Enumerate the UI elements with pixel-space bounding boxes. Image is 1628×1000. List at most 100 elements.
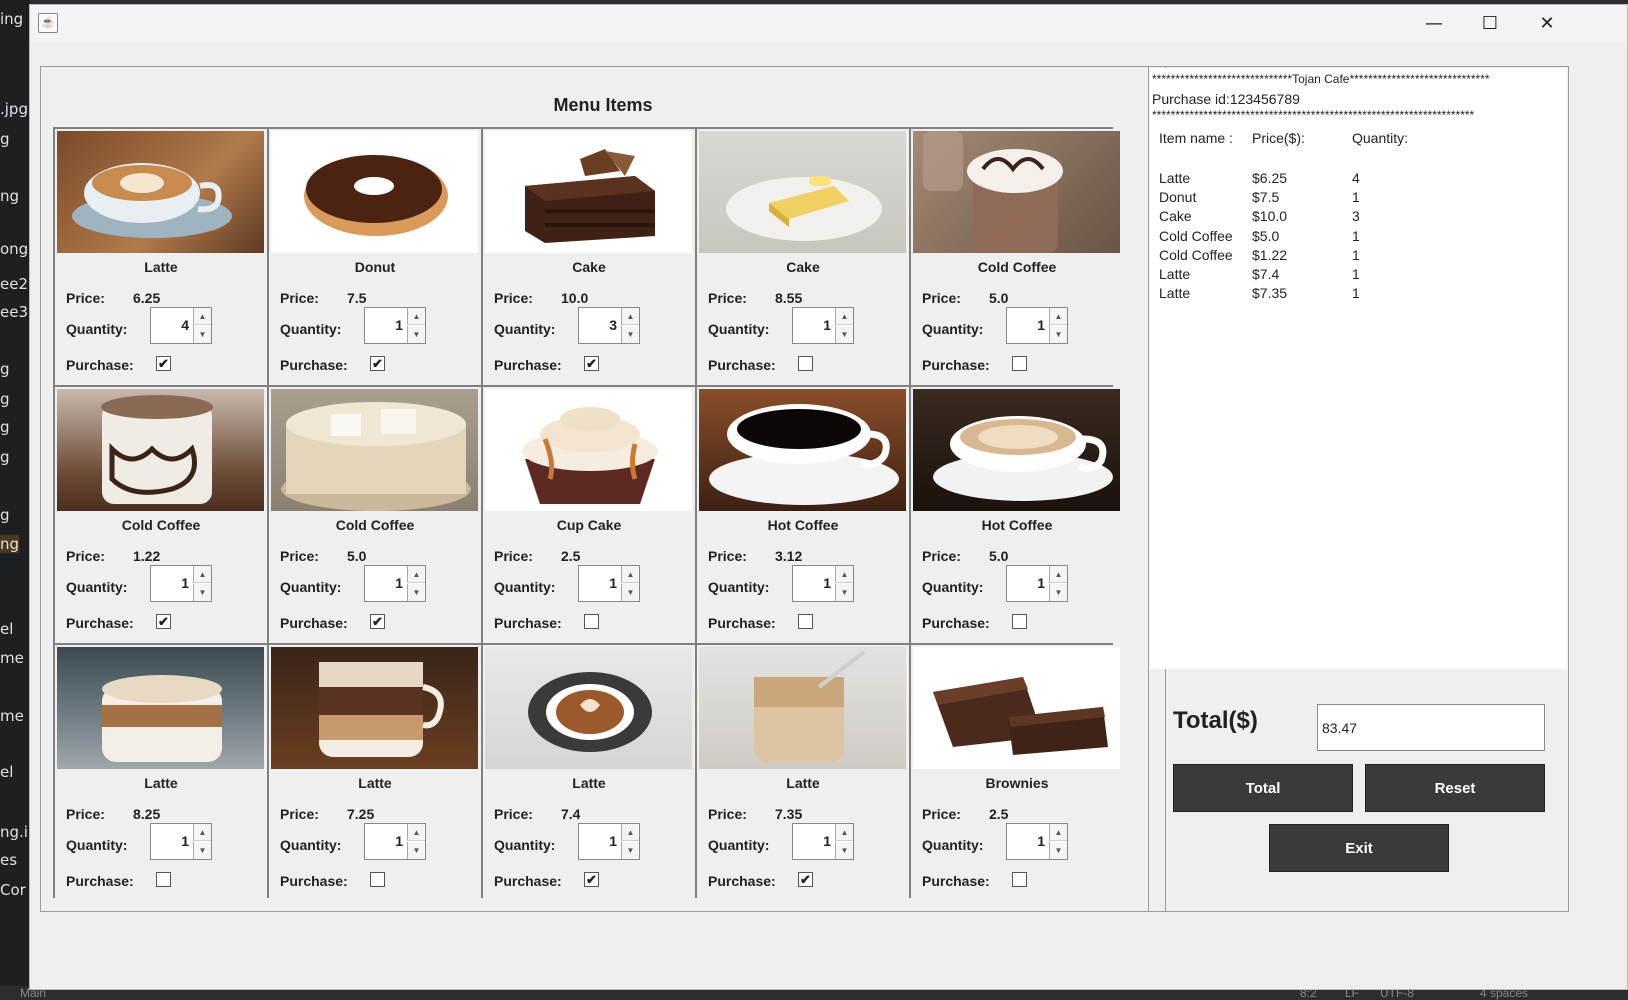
spinner-up-icon[interactable]: ▲ bbox=[193, 566, 211, 583]
spinner-up-icon[interactable]: ▲ bbox=[621, 308, 639, 325]
quantity-value[interactable]: 1 bbox=[1037, 833, 1045, 849]
quantity-spinner[interactable]: 1 ▲ ▼ bbox=[150, 565, 212, 602]
latte-glass-photo bbox=[271, 647, 478, 769]
quantity-spinner[interactable]: 1 ▲ ▼ bbox=[1006, 307, 1068, 344]
menu-item-card: Hot Coffee Price: 3.12 Quantity: 1 ▲ ▼ Purchase… bbox=[697, 387, 909, 643]
spinner-up-icon[interactable]: ▲ bbox=[835, 308, 853, 325]
quantity-value[interactable]: 1 bbox=[1037, 317, 1045, 333]
ide-tree-item: g bbox=[0, 418, 10, 436]
purchase-checkbox[interactable] bbox=[584, 614, 599, 629]
purchase-checkbox[interactable]: ✔ bbox=[370, 614, 385, 629]
spinner-down-icon[interactable]: ▼ bbox=[621, 842, 639, 859]
quantity-value[interactable]: 4 bbox=[181, 317, 189, 333]
quantity-spinner[interactable]: 1 ▲ ▼ bbox=[150, 823, 212, 860]
spinner-up-icon[interactable]: ▲ bbox=[407, 308, 425, 325]
total-label: Total($) bbox=[1173, 707, 1258, 734]
spinner-down-icon[interactable]: ▼ bbox=[407, 584, 425, 601]
quantity-spinner[interactable]: 1 ▲ ▼ bbox=[578, 823, 640, 860]
spinner-down-icon[interactable]: ▼ bbox=[1049, 326, 1067, 343]
spinner-down-icon[interactable]: ▼ bbox=[621, 326, 639, 343]
price-label: Price: bbox=[66, 290, 105, 306]
receipt-text-area[interactable]: ******************************Tojan Cafe… bbox=[1150, 68, 1567, 669]
quantity-spinner[interactable]: 1 ▲ ▼ bbox=[1006, 565, 1068, 602]
item-name: Brownies bbox=[985, 775, 1049, 791]
spinner-up-icon[interactable]: ▲ bbox=[407, 824, 425, 841]
purchase-checkbox[interactable] bbox=[370, 872, 385, 887]
receipt-cell-qty: 4 bbox=[1352, 170, 1360, 186]
spinner-up-icon[interactable]: ▲ bbox=[835, 566, 853, 583]
spinner-up-icon[interactable]: ▲ bbox=[1049, 566, 1067, 583]
purchase-checkbox[interactable]: ✔ bbox=[584, 356, 599, 371]
spinner-up-icon[interactable]: ▲ bbox=[621, 824, 639, 841]
purchase-checkbox[interactable] bbox=[1012, 872, 1027, 887]
quantity-label: Quantity: bbox=[708, 321, 770, 337]
spinner-down-icon[interactable]: ▼ bbox=[407, 842, 425, 859]
maximize-button[interactable]: ☐ bbox=[1461, 5, 1519, 43]
quantity-value[interactable]: 1 bbox=[823, 833, 831, 849]
quantity-spinner[interactable]: 1 ▲ ▼ bbox=[792, 307, 854, 344]
total-field[interactable]: 83.47 bbox=[1317, 704, 1545, 751]
quantity-spinner[interactable]: 1 ▲ ▼ bbox=[1006, 823, 1068, 860]
spinner-down-icon[interactable]: ▼ bbox=[193, 326, 211, 343]
spinner-down-icon[interactable]: ▼ bbox=[193, 584, 211, 601]
menu-item-card: Latte Price: 8.25 Quantity: 1 ▲ ▼ Purchase: bbox=[55, 645, 267, 901]
purchase-checkbox[interactable] bbox=[1012, 614, 1027, 629]
total-button[interactable]: Total bbox=[1173, 764, 1353, 812]
menu-item-card: Latte Price: 7.35 Quantity: 1 ▲ ▼ Purchase: ✔ bbox=[697, 645, 909, 901]
purchase-checkbox[interactable]: ✔ bbox=[584, 872, 599, 887]
quantity-value[interactable]: 1 bbox=[1037, 575, 1045, 591]
quantity-value[interactable]: 3 bbox=[609, 317, 617, 333]
spinner-up-icon[interactable]: ▲ bbox=[193, 824, 211, 841]
price-value: 1.22 bbox=[133, 548, 161, 564]
spinner-down-icon[interactable]: ▼ bbox=[621, 584, 639, 601]
purchase-checkbox[interactable]: ✔ bbox=[156, 614, 171, 629]
spinner-down-icon[interactable]: ▼ bbox=[835, 326, 853, 343]
purchase-checkbox[interactable]: ✔ bbox=[156, 356, 171, 371]
spinner-down-icon[interactable]: ▼ bbox=[1049, 584, 1067, 601]
quantity-value[interactable]: 1 bbox=[823, 317, 831, 333]
quantity-spinner[interactable]: 3 ▲ ▼ bbox=[578, 307, 640, 344]
spinner-up-icon[interactable]: ▲ bbox=[1049, 308, 1067, 325]
spinner-up-icon[interactable]: ▲ bbox=[621, 566, 639, 583]
price-label: Price: bbox=[494, 548, 533, 564]
reset-button[interactable]: Reset bbox=[1365, 764, 1545, 812]
purchase-checkbox[interactable] bbox=[798, 356, 813, 371]
price-value: 7.4 bbox=[561, 806, 581, 822]
ide-tree-item: me bbox=[0, 649, 24, 667]
exit-button[interactable]: Exit bbox=[1269, 824, 1449, 872]
spinner-up-icon[interactable]: ▲ bbox=[193, 308, 211, 325]
spinner-down-icon[interactable]: ▼ bbox=[407, 326, 425, 343]
minimize-button[interactable]: — bbox=[1405, 5, 1463, 43]
quantity-spinner[interactable]: 1 ▲ ▼ bbox=[792, 565, 854, 602]
quantity-spinner[interactable]: 1 ▲ ▼ bbox=[364, 307, 426, 344]
quantity-value[interactable]: 1 bbox=[395, 317, 403, 333]
spinner-up-icon[interactable]: ▲ bbox=[407, 566, 425, 583]
quantity-value[interactable]: 1 bbox=[609, 575, 617, 591]
spinner-up-icon[interactable]: ▲ bbox=[835, 824, 853, 841]
purchase-checkbox[interactable]: ✔ bbox=[798, 872, 813, 887]
purchase-label: Purchase: bbox=[66, 873, 134, 889]
quantity-spinner[interactable]: 1 ▲ ▼ bbox=[364, 823, 426, 860]
purchase-checkbox[interactable]: ✔ bbox=[370, 356, 385, 371]
quantity-value[interactable]: 1 bbox=[395, 833, 403, 849]
spinner-down-icon[interactable]: ▼ bbox=[835, 842, 853, 859]
purchase-checkbox[interactable] bbox=[798, 614, 813, 629]
purchase-checkbox[interactable] bbox=[1012, 356, 1027, 371]
quantity-value[interactable]: 1 bbox=[181, 575, 189, 591]
quantity-value[interactable]: 1 bbox=[181, 833, 189, 849]
spinner-down-icon[interactable]: ▼ bbox=[835, 584, 853, 601]
quantity-spinner[interactable]: 1 ▲ ▼ bbox=[792, 823, 854, 860]
spinner-up-icon[interactable]: ▲ bbox=[1049, 824, 1067, 841]
spinner-down-icon[interactable]: ▼ bbox=[193, 842, 211, 859]
receipt-cell-name: Latte bbox=[1159, 266, 1191, 282]
quantity-spinner[interactable]: 4 ▲ ▼ bbox=[150, 307, 212, 344]
quantity-spinner[interactable]: 1 ▲ ▼ bbox=[364, 565, 426, 602]
quantity-value[interactable]: 1 bbox=[609, 833, 617, 849]
quantity-spinner[interactable]: 1 ▲ ▼ bbox=[578, 565, 640, 602]
purchase-checkbox[interactable] bbox=[156, 872, 171, 887]
spinner-down-icon[interactable]: ▼ bbox=[1049, 842, 1067, 859]
quantity-value[interactable]: 1 bbox=[823, 575, 831, 591]
close-button[interactable]: ✕ bbox=[1518, 5, 1576, 43]
quantity-value[interactable]: 1 bbox=[395, 575, 403, 591]
item-name: Donut bbox=[354, 259, 396, 275]
